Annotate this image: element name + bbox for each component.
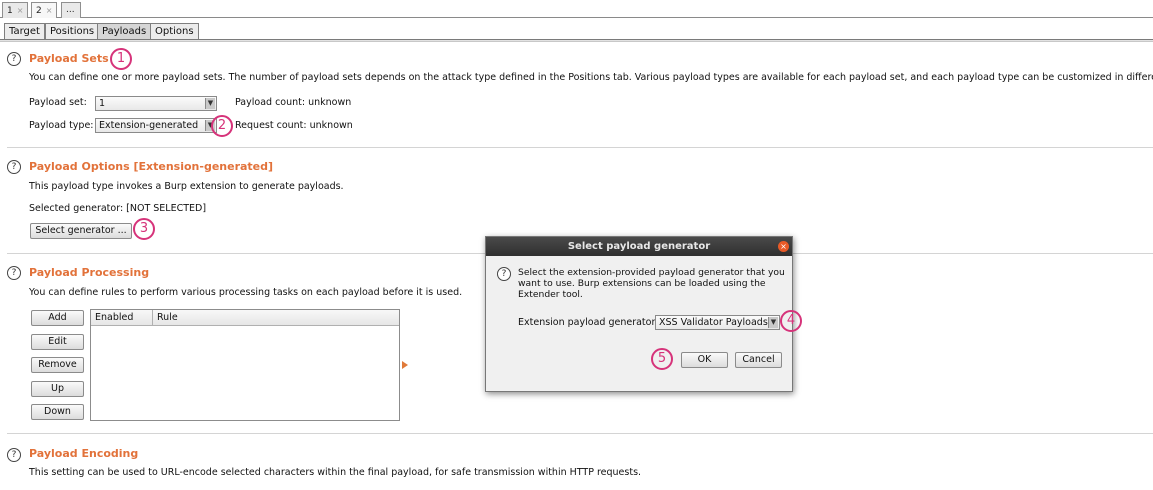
payload-type-select[interactable]: Extension-generated ▼ — [95, 118, 217, 133]
payload-options-description: This payload type invokes a Burp extensi… — [29, 181, 344, 192]
select-payload-generator-dialog: Select payload generator × ? Select the … — [485, 236, 793, 392]
tab-label: Target — [9, 26, 40, 37]
annotation-marker-1: 1 — [110, 48, 132, 70]
annotation-marker-3: 3 — [133, 218, 155, 240]
select-generator-button[interactable]: Select generator ... — [30, 223, 132, 239]
expand-arrow-icon[interactable] — [402, 361, 408, 369]
tab-label: Positions — [50, 26, 95, 37]
close-icon[interactable]: × — [778, 241, 789, 252]
payload-count: Payload count: unknown — [235, 97, 352, 108]
generator-select[interactable]: XSS Validator Payloads ▼ — [655, 315, 780, 330]
move-up-button[interactable]: Up — [31, 381, 84, 397]
section-divider — [7, 433, 1153, 434]
help-icon[interactable]: ? — [7, 52, 21, 66]
dialog-title: Select payload generator — [486, 237, 792, 256]
tab-payloads[interactable]: Payloads — [97, 23, 152, 40]
attack-tab-label: 2 — [36, 6, 42, 16]
selected-generator-text: Selected generator: [NOT SELECTED] — [29, 203, 207, 214]
payload-type-label: Payload type: — [29, 120, 94, 131]
generator-label: Extension payload generator: — [518, 317, 659, 328]
payload-processing-description: You can define rules to perform various … — [29, 287, 463, 298]
attack-tab-2[interactable]: 2 × — [31, 2, 58, 18]
request-count: Request count: unknown — [235, 120, 353, 131]
attack-tab-bar: 1 × 2 × ... — [0, 0, 1153, 18]
tab-strip-divider — [0, 39, 1153, 42]
close-icon[interactable]: × — [46, 6, 53, 15]
tab-label: Options — [155, 26, 194, 37]
payload-options-title: Payload Options [Extension-generated] — [29, 160, 274, 173]
close-icon[interactable]: × — [17, 6, 24, 15]
tab-positions[interactable]: Positions — [45, 23, 100, 40]
column-header-enabled[interactable]: Enabled — [91, 310, 133, 326]
edit-rule-button[interactable]: Edit — [31, 334, 84, 350]
add-rule-button[interactable]: Add — [31, 310, 84, 326]
payload-encoding-title: Payload Encoding — [29, 447, 139, 460]
payload-processing-title: Payload Processing — [29, 266, 150, 279]
question-icon: ? — [497, 267, 511, 281]
tab-options[interactable]: Options — [150, 23, 199, 40]
dialog-message: Select the extension-provided payload ge… — [518, 267, 785, 300]
help-icon[interactable]: ? — [7, 448, 21, 462]
chevron-down-icon: ▼ — [768, 317, 778, 328]
help-icon[interactable]: ? — [7, 160, 21, 174]
payload-set-label: Payload set: — [29, 97, 87, 108]
processing-rules-table[interactable]: Enabled Rule — [90, 309, 400, 421]
help-icon[interactable]: ? — [7, 266, 21, 280]
payload-sets-description: You can define one or more payload sets.… — [29, 72, 1153, 83]
payload-type-value: Extension-generated — [99, 120, 199, 131]
payload-sets-title: Payload Sets — [29, 52, 109, 65]
payload-set-select[interactable]: 1 ▼ — [95, 96, 217, 111]
attack-tab-1[interactable]: 1 × — [2, 2, 29, 18]
payload-set-value: 1 — [99, 98, 106, 109]
attack-tab-new[interactable]: ... — [61, 2, 81, 18]
attack-tab-label: ... — [66, 5, 75, 15]
attack-tab-label: 1 — [7, 6, 13, 16]
annotation-marker-4: 4 — [780, 310, 802, 332]
annotation-marker-2: 2 — [211, 115, 233, 137]
section-divider — [7, 147, 1153, 148]
move-down-button[interactable]: Down — [31, 404, 84, 420]
chevron-down-icon: ▼ — [205, 98, 215, 109]
annotation-marker-5: 5 — [651, 348, 673, 370]
remove-rule-button[interactable]: Remove — [31, 357, 84, 373]
column-header-rule[interactable]: Rule — [153, 310, 178, 326]
tab-label: Payloads — [102, 26, 147, 37]
generator-value: XSS Validator Payloads — [659, 317, 768, 328]
payload-encoding-description: This setting can be used to URL-encode s… — [29, 467, 642, 478]
table-header: Enabled Rule — [91, 310, 399, 326]
ok-button[interactable]: OK — [681, 352, 728, 368]
cancel-button[interactable]: Cancel — [735, 352, 782, 368]
tab-target[interactable]: Target — [4, 23, 45, 40]
